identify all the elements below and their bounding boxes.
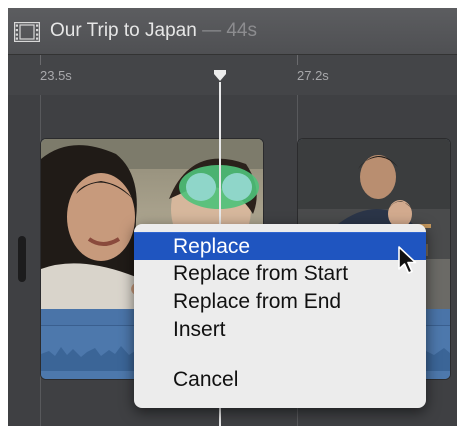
menu-item-replace-from-start[interactable]: Replace from Start (134, 260, 426, 288)
menu-separator (134, 350, 426, 358)
project-title: Our Trip to Japan (50, 20, 197, 41)
left-scroll-handle[interactable] (18, 236, 26, 282)
ruler-tick (40, 55, 41, 65)
menu-item-insert[interactable]: Insert (134, 316, 426, 344)
project-titlebar: Our Trip to Japan — 44s (8, 8, 457, 55)
ruler-marker-right: 27.2s (297, 68, 329, 83)
timeline-ruler[interactable]: 23.5s 27.2s (8, 55, 457, 95)
menu-item-cancel[interactable]: Cancel (134, 366, 426, 394)
project-title-line: Our Trip to Japan — 44s (50, 20, 257, 42)
menu-item-replace-from-end[interactable]: Replace from End (134, 288, 426, 316)
timeline-window: Our Trip to Japan — 44s 23.5s 27.2s Repl… (8, 8, 457, 426)
playhead-icon[interactable] (213, 69, 227, 83)
ruler-marker-left: 23.5s (40, 68, 72, 83)
ruler-tick (297, 55, 298, 65)
context-menu: Replace Replace from Start Replace from … (134, 224, 426, 408)
film-strip-icon (14, 22, 40, 42)
menu-item-replace[interactable]: Replace (134, 232, 426, 260)
pointer-cursor-icon (398, 246, 417, 274)
project-duration: 44s (226, 20, 257, 41)
title-separator: — (202, 20, 222, 41)
